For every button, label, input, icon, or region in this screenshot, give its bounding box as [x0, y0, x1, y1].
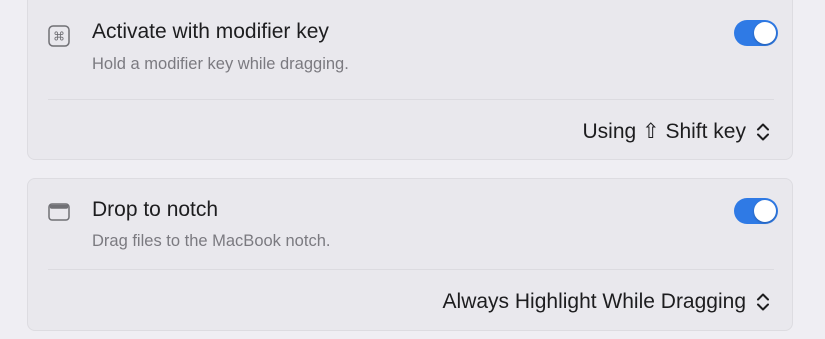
modifier-key-title: Activate with modifier key	[92, 20, 329, 43]
modifier-key-subtitle: Hold a modifier key while dragging.	[92, 55, 349, 73]
modifier-key-select-value: Using ⇧ Shift key	[582, 120, 747, 143]
modifier-key-settings-group: ⌘ Activate with modifier key Hold a modi…	[27, 0, 793, 160]
toggle-knob	[754, 200, 776, 222]
notch-highlight-select-value: Always Highlight While Dragging	[442, 290, 746, 313]
drop-to-notch-settings-group: Drop to notch Drag files to the MacBook …	[27, 178, 793, 331]
drop-to-notch-title: Drop to notch	[92, 198, 219, 221]
toggle-knob	[754, 22, 776, 44]
drop-to-notch-subtitle: Drag files to the MacBook notch.	[92, 232, 331, 250]
drop-to-notch-row: Drop to notch Drag files to the MacBook …	[28, 179, 792, 269]
divider	[48, 269, 774, 270]
command-key-icon: ⌘	[48, 25, 70, 47]
notch-highlight-select[interactable]: Always Highlight While Dragging	[443, 289, 773, 315]
chevron-up-down-icon	[757, 123, 769, 141]
drop-to-notch-toggle[interactable]	[734, 198, 778, 224]
chevron-up-down-icon	[757, 293, 769, 311]
modifier-key-toggle[interactable]	[734, 20, 778, 46]
notch-window-icon	[48, 201, 70, 223]
divider	[48, 99, 774, 100]
modifier-key-select[interactable]: Using ⇧ Shift key	[583, 119, 774, 145]
svg-text:⌘: ⌘	[53, 30, 65, 44]
modifier-key-row: ⌘ Activate with modifier key Hold a modi…	[28, 1, 792, 107]
